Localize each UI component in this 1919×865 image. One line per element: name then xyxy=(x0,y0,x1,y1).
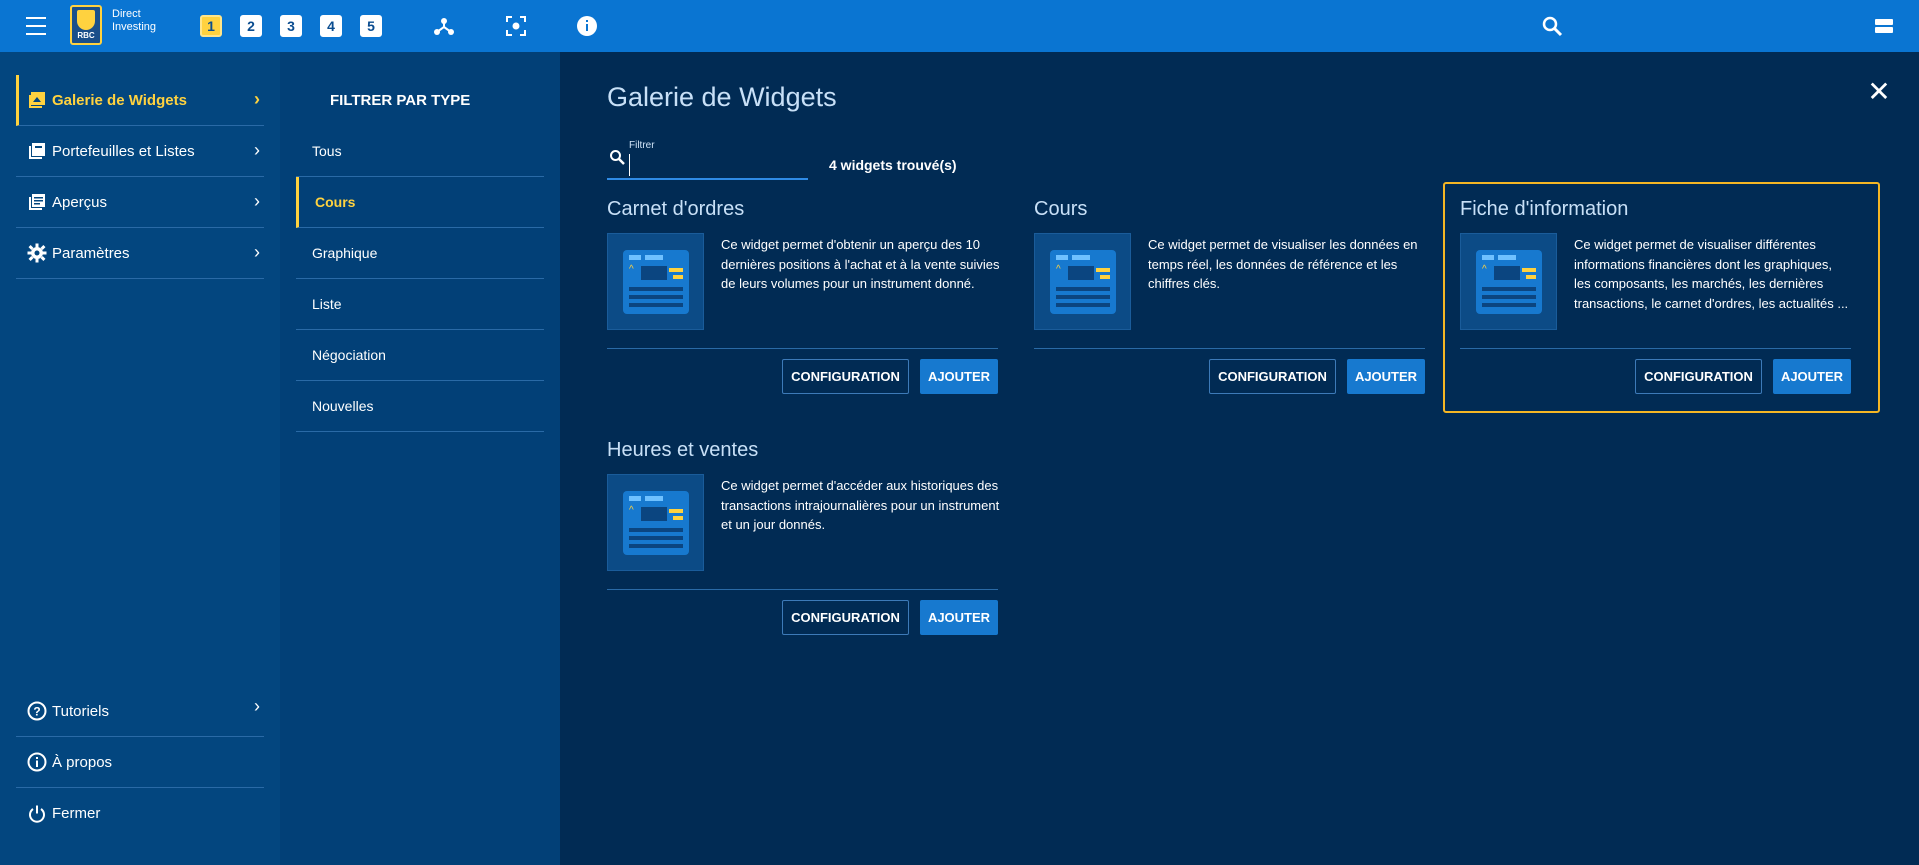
add-button[interactable]: AJOUTER xyxy=(1773,359,1851,394)
search-icon[interactable] xyxy=(1538,12,1566,40)
add-button[interactable]: AJOUTER xyxy=(1347,359,1425,394)
card-title: Carnet d'ordres xyxy=(607,198,745,220)
nav-item-tutorials[interactable]: ? Tutoriels › xyxy=(16,686,264,737)
chevron-right-icon: › xyxy=(254,140,260,160)
nav-label: Galerie de Widgets xyxy=(52,91,187,109)
search-input[interactable] xyxy=(629,154,804,176)
info-icon xyxy=(26,751,48,773)
info-icon[interactable] xyxy=(573,12,601,40)
widget-card-selected: Fiche d'information ^ Ce widget permet d… xyxy=(1460,198,1851,418)
workspace-tab-2[interactable]: 2 xyxy=(240,15,262,37)
filter-search-field: Filtrer xyxy=(607,140,808,180)
card-title: Cours xyxy=(1034,198,1088,220)
card-description: Ce widget permet d'obtenir un aperçu des… xyxy=(721,237,1000,291)
workspace-tab-5[interactable]: 5 xyxy=(360,15,382,37)
nav-label: Fermer xyxy=(52,805,101,822)
widget-thumbnail-icon: ^ xyxy=(1460,233,1557,330)
screenshot-icon[interactable] xyxy=(502,12,530,40)
card-divider xyxy=(607,589,998,590)
nav-item-about[interactable]: À propos xyxy=(16,737,264,788)
filter-item-chart[interactable]: Graphique xyxy=(296,228,544,279)
widget-card: Carnet d'ordres ^ Ce widget permet d'obt… xyxy=(607,198,1000,418)
top-bar: RBC Direct Investing 1 2 3 4 5 xyxy=(0,0,1919,52)
nav-label: Tutoriels xyxy=(52,702,109,720)
portfolio-icon xyxy=(26,140,48,162)
overview-icon xyxy=(26,191,48,213)
nav-item-settings[interactable]: Paramètres › xyxy=(16,228,264,279)
nav-label: Aperçus xyxy=(52,193,108,211)
nav-item-portfolios[interactable]: Portefeuilles et Listes › xyxy=(16,126,264,177)
card-description: Ce widget permet de visualiser les donné… xyxy=(1148,237,1418,291)
filter-item-all[interactable]: Tous xyxy=(296,126,544,177)
card-description: Ce widget permet d'accéder aux historiqu… xyxy=(721,478,1000,532)
result-count: 4 widgets trouvé(s) xyxy=(829,157,957,173)
widget-thumbnail-icon: ^ xyxy=(1034,233,1131,330)
chevron-right-icon: › xyxy=(254,191,260,211)
search-label: Filtrer xyxy=(629,140,655,151)
card-title: Heures et ventes xyxy=(607,439,759,461)
card-divider xyxy=(607,348,998,349)
rbc-logo: RBC xyxy=(70,5,102,45)
filter-item-news[interactable]: Nouvelles xyxy=(296,381,544,432)
help-icon: ? xyxy=(26,700,48,722)
add-button[interactable]: AJOUTER xyxy=(920,359,998,394)
card-divider xyxy=(1460,348,1851,349)
gallery-icon xyxy=(26,89,48,111)
nav-item-widget-gallery[interactable]: Galerie de Widgets › xyxy=(16,75,264,126)
configuration-button[interactable]: CONFIGURATION xyxy=(782,600,909,635)
widget-thumbnail-icon: ^ xyxy=(607,474,704,571)
chevron-right-icon: › xyxy=(254,242,260,262)
nav-label: À propos xyxy=(52,753,113,771)
layout-icon[interactable] xyxy=(1870,12,1898,40)
workspace-tab-3[interactable]: 3 xyxy=(280,15,302,37)
widget-card: Heures et ventes ^ Ce widget permet d'ac… xyxy=(607,439,1000,659)
filter-title: FILTRER PAR TYPE xyxy=(330,92,471,109)
filter-panel: FILTRER PAR TYPE Tous Cours Graphique Li… xyxy=(280,52,560,865)
configuration-button[interactable]: CONFIGURATION xyxy=(1209,359,1336,394)
filter-item-trading[interactable]: Négociation xyxy=(296,330,544,381)
brand-line-1: Direct xyxy=(112,8,141,20)
filter-item-list[interactable]: Liste xyxy=(296,279,544,330)
power-icon xyxy=(26,803,48,825)
brand-name: Direct Investing xyxy=(112,8,172,34)
nav-label: Paramètres xyxy=(52,244,130,262)
nav-label: Portefeuilles et Listes xyxy=(52,142,195,160)
logo-shield-icon xyxy=(77,10,95,30)
add-button[interactable]: AJOUTER xyxy=(920,600,998,635)
configuration-button[interactable]: CONFIGURATION xyxy=(1635,359,1762,394)
widget-thumbnail-icon: ^ xyxy=(607,233,704,330)
card-divider xyxy=(1034,348,1425,349)
svg-text:?: ? xyxy=(33,705,40,719)
chevron-right-icon: › xyxy=(254,696,260,716)
workspace-tab-1[interactable]: 1 xyxy=(200,15,222,37)
search-icon xyxy=(609,149,625,170)
nav-item-close[interactable]: Fermer xyxy=(16,788,264,839)
filter-item-quotes[interactable]: Cours xyxy=(296,177,544,228)
brand-line-2: Investing xyxy=(112,21,157,33)
card-description: Ce widget permet de visualiser différent… xyxy=(1574,237,1849,311)
hamburger-menu-icon[interactable] xyxy=(22,14,50,38)
network-icon[interactable] xyxy=(430,12,458,40)
configuration-button[interactable]: CONFIGURATION xyxy=(782,359,909,394)
close-icon[interactable]: ✕ xyxy=(1866,78,1892,106)
page-title: Galerie de Widgets xyxy=(607,82,837,112)
card-title: Fiche d'information xyxy=(1460,198,1629,220)
nav-item-overviews[interactable]: Aperçus › xyxy=(16,177,264,228)
workspace-tab-4[interactable]: 4 xyxy=(320,15,342,37)
chevron-right-icon: › xyxy=(254,89,260,109)
left-navigation: Galerie de Widgets › Portefeuilles et Li… xyxy=(0,52,280,865)
gear-icon xyxy=(26,242,48,264)
logo-text: RBC xyxy=(77,31,95,40)
widget-card: Cours ^ Ce widget permet de visualiser l… xyxy=(1034,198,1425,418)
